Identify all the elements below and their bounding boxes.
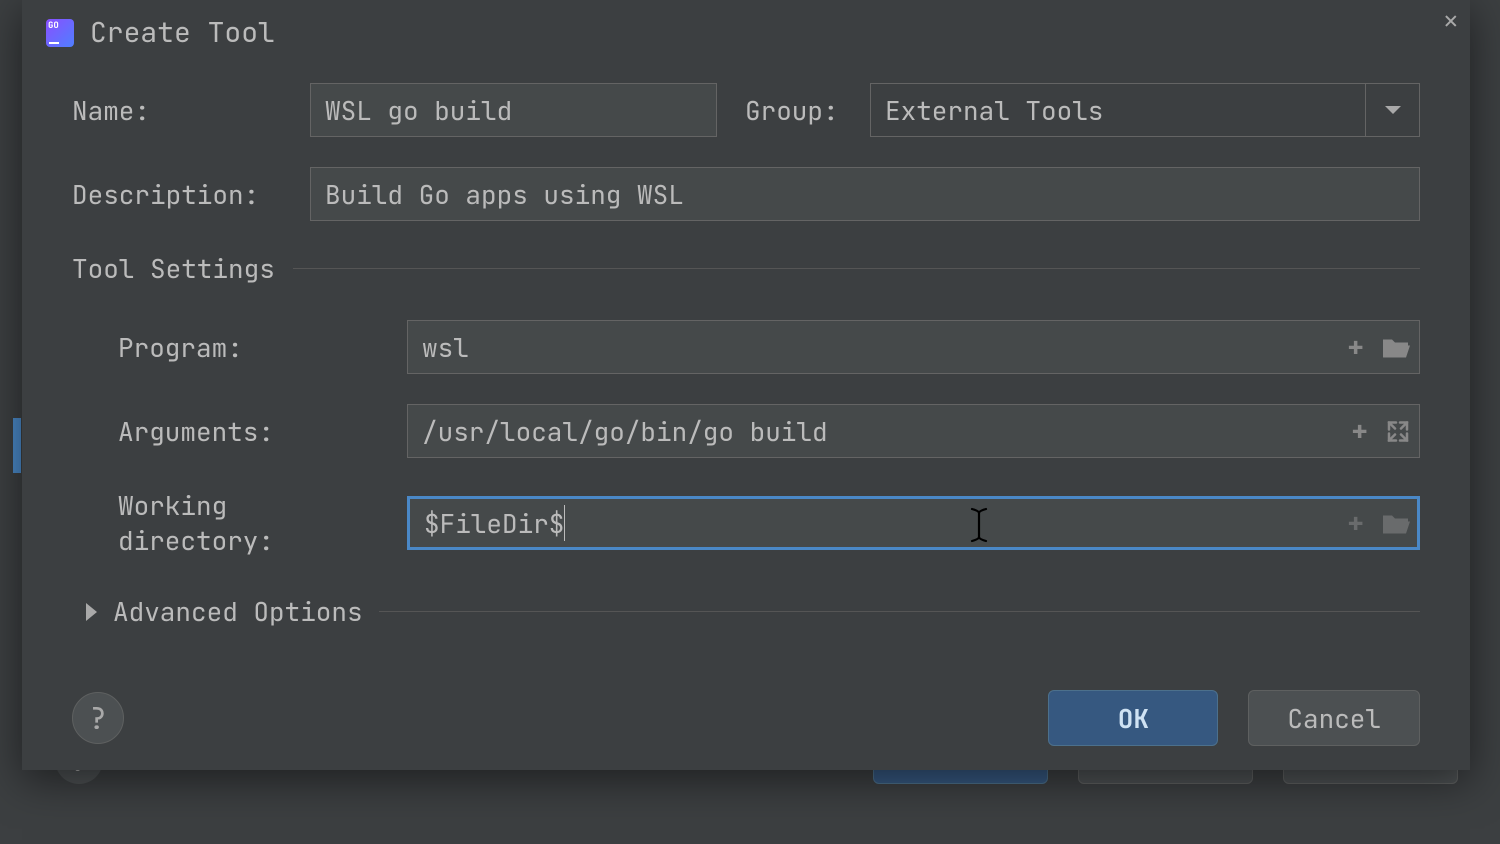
- left-accent-bar: [13, 418, 21, 473]
- close-icon[interactable]: ✕: [1438, 6, 1464, 37]
- insert-macro-icon[interactable]: +: [1347, 329, 1364, 366]
- tool-settings-section: Tool Settings: [72, 251, 1420, 286]
- program-label: Program:: [72, 330, 387, 365]
- name-label: Name:: [72, 93, 290, 128]
- description-row: Description: Build Go apps using WSL: [72, 167, 1420, 221]
- working-directory-input[interactable]: $FileDir$: [407, 496, 1420, 550]
- create-tool-dialog: Create Tool ✕ Name: WSL go build Group: …: [22, 0, 1470, 770]
- folder-open-icon[interactable]: [1382, 512, 1410, 534]
- arguments-input-value: /usr/local/go/bin/go build: [422, 414, 828, 449]
- section-divider: [379, 611, 1420, 612]
- section-divider: [293, 268, 1420, 269]
- program-row: Program: wsl +: [72, 320, 1420, 374]
- left-gutter: [0, 0, 14, 844]
- dialog-body: Name: WSL go build Group: External Tools…: [22, 73, 1470, 629]
- insert-macro-icon[interactable]: +: [1347, 505, 1364, 542]
- working-directory-input-value: $FileDir$: [424, 506, 564, 541]
- folder-open-icon[interactable]: [1382, 336, 1410, 358]
- name-input-value: WSL go build: [325, 93, 512, 128]
- app-icon: [46, 19, 74, 47]
- dialog-titlebar: Create Tool ✕: [22, 0, 1470, 73]
- chevron-down-icon[interactable]: [1365, 84, 1419, 136]
- help-button[interactable]: ?: [72, 692, 124, 744]
- dialog-button-row: ? OK Cancel: [72, 690, 1420, 746]
- text-cursor: [564, 505, 565, 541]
- working-directory-label: Working directory:: [72, 488, 387, 558]
- tool-settings-label: Tool Settings: [72, 251, 275, 286]
- cancel-button[interactable]: Cancel: [1248, 690, 1420, 746]
- name-group-row: Name: WSL go build Group: External Tools: [72, 83, 1420, 137]
- insert-macro-icon[interactable]: +: [1351, 413, 1368, 450]
- advanced-options-label: Advanced Options: [113, 594, 363, 629]
- group-select[interactable]: External Tools: [870, 83, 1420, 137]
- text-caret-cursor-icon: [968, 507, 990, 553]
- ok-button[interactable]: OK: [1048, 690, 1218, 746]
- arguments-input[interactable]: /usr/local/go/bin/go build: [407, 404, 1420, 458]
- working-directory-row: Working directory: $FileDir$ +: [72, 488, 1420, 558]
- advanced-options-section[interactable]: Advanced Options: [84, 594, 1420, 629]
- expand-icon[interactable]: [1386, 419, 1410, 443]
- dialog-title: Create Tool: [90, 14, 1446, 51]
- arguments-row: Arguments: /usr/local/go/bin/go build +: [72, 404, 1420, 458]
- arguments-label: Arguments:: [72, 414, 387, 449]
- program-input[interactable]: wsl: [407, 320, 1420, 374]
- triangle-right-icon: [86, 603, 97, 621]
- description-label: Description:: [72, 177, 290, 212]
- name-input[interactable]: WSL go build: [310, 83, 717, 137]
- group-select-value: External Tools: [871, 84, 1365, 136]
- group-label: Group:: [745, 93, 850, 128]
- program-input-value: wsl: [422, 330, 469, 365]
- description-input-value: Build Go apps using WSL: [325, 177, 684, 212]
- description-input[interactable]: Build Go apps using WSL: [310, 167, 1420, 221]
